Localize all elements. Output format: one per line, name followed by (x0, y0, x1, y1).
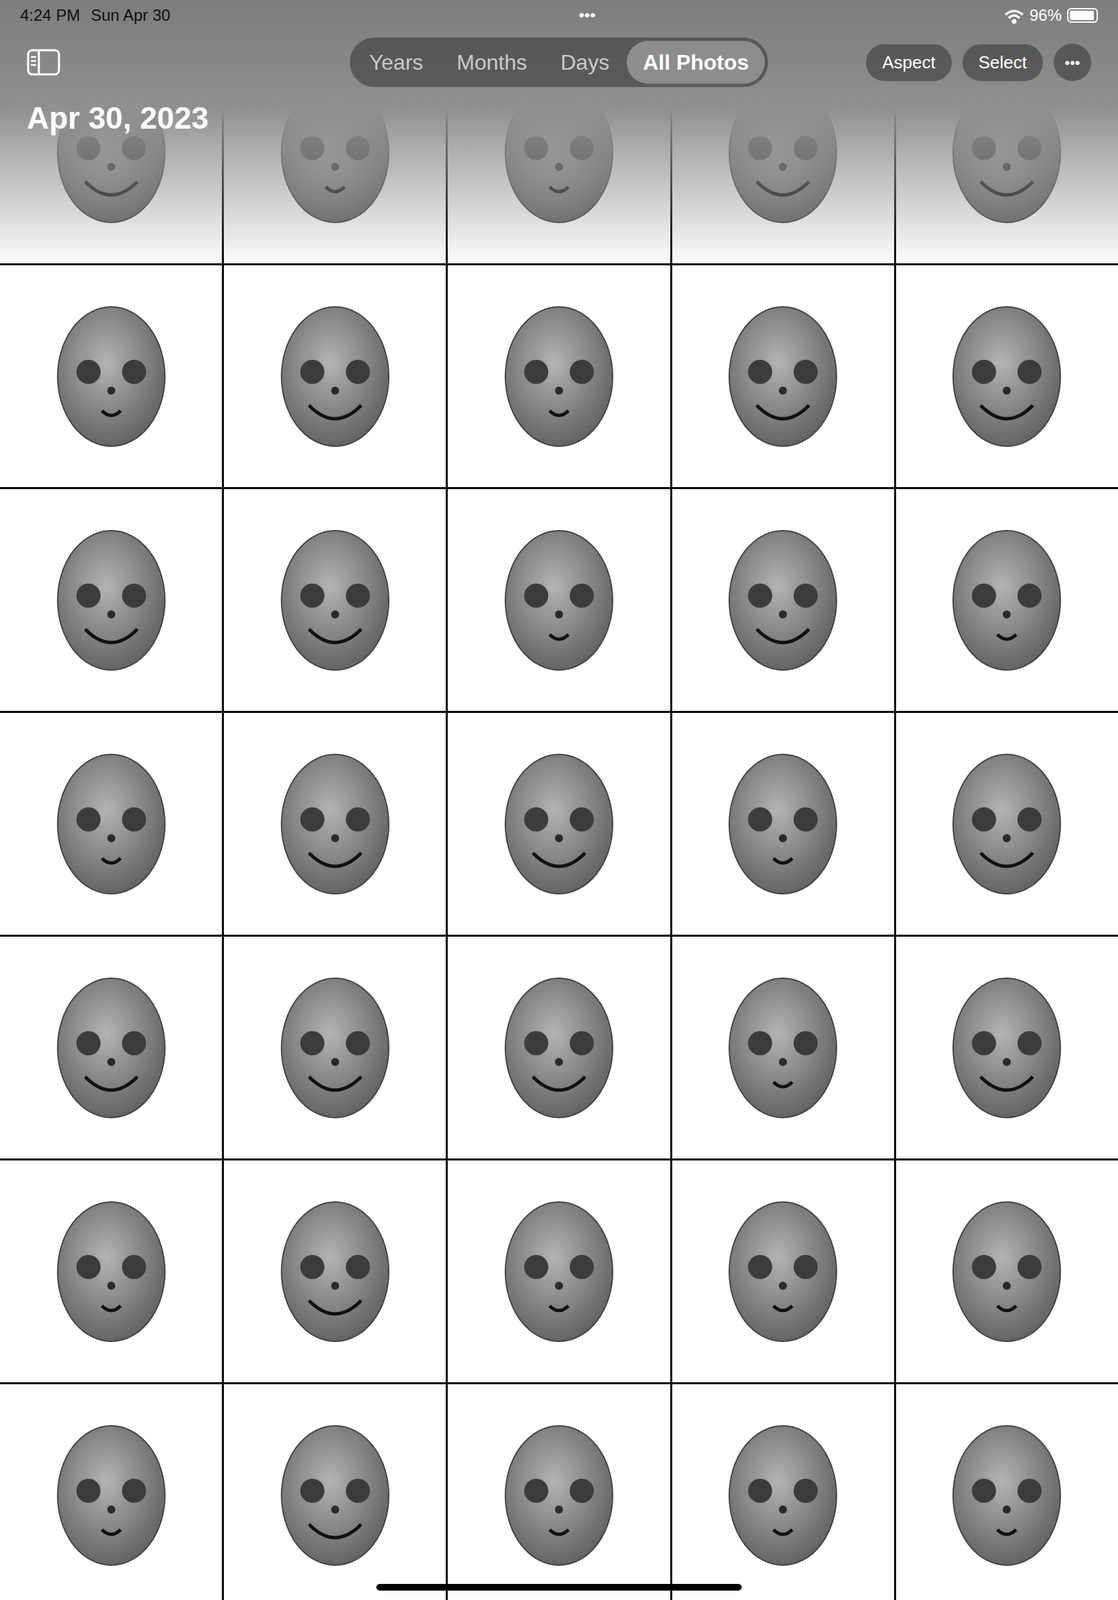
view-tab[interactable]: Months (440, 40, 543, 84)
photo-thumbnail[interactable] (223, 1384, 446, 1600)
photo-thumbnail[interactable] (672, 1384, 895, 1600)
face-drawing (54, 1424, 168, 1568)
photo-thumbnail[interactable] (447, 1384, 670, 1600)
select-button[interactable]: Select (962, 44, 1043, 82)
face-drawing (726, 304, 840, 449)
face-drawing (726, 1200, 840, 1344)
face-drawing (950, 304, 1064, 449)
header: 4:24 PM Sun Apr 30 ••• 96% YearsMonthsDaysAl… (0, 0, 1118, 269)
face-drawing (502, 1200, 616, 1344)
photo-thumbnail[interactable] (672, 937, 895, 1159)
face-drawing (502, 752, 616, 897)
view-tabs: YearsMonthsDaysAll Photos (349, 37, 769, 88)
photo-thumbnail[interactable] (447, 1160, 670, 1383)
status-right: 96% (1004, 3, 1098, 28)
face-drawing (54, 976, 168, 1121)
photo-thumbnail[interactable] (223, 489, 446, 712)
photo-thumbnail[interactable] (896, 265, 1118, 488)
date-title: Apr 30, 2023 (0, 87, 1118, 150)
face-drawing (278, 976, 392, 1121)
photo-thumbnail[interactable] (223, 713, 446, 936)
photo-thumbnail[interactable] (672, 489, 895, 712)
photo-thumbnail[interactable] (896, 1160, 1118, 1383)
face-drawing (502, 976, 616, 1121)
photo-thumbnail[interactable] (447, 265, 670, 488)
multitask-handle[interactable]: ••• (578, 3, 596, 28)
photo-thumbnail[interactable] (0, 937, 222, 1159)
photo-thumbnail[interactable] (896, 713, 1118, 936)
photo-thumbnail[interactable] (447, 713, 670, 936)
toolbar-right: Aspect Select ••• (768, 43, 1092, 82)
photo-thumbnail[interactable] (672, 1160, 895, 1383)
status-bar: 4:24 PM Sun Apr 30 ••• 96% (0, 0, 1118, 31)
face-drawing (278, 1200, 392, 1344)
toolbar: YearsMonthsDaysAll Photos Aspect Select ••• (0, 30, 1118, 88)
face-drawing (54, 528, 168, 673)
face-drawing (726, 1424, 840, 1568)
date: Sun Apr 30 (90, 3, 171, 28)
face-drawing (278, 1424, 392, 1568)
photo-thumbnail[interactable] (0, 1160, 222, 1383)
face-drawing (278, 528, 392, 673)
photo-thumbnail[interactable] (447, 489, 670, 712)
face-drawing (502, 1424, 616, 1568)
photo-thumbnail[interactable] (896, 937, 1118, 1159)
wifi-icon (1004, 3, 1025, 28)
aspect-button[interactable]: Aspect (865, 44, 952, 82)
face-drawing (726, 976, 840, 1121)
view-tab[interactable]: All Photos (626, 40, 765, 84)
photo-thumbnail[interactable] (672, 265, 895, 488)
face-drawing (502, 304, 616, 449)
face-drawing (502, 528, 616, 673)
face-drawing (278, 304, 392, 449)
battery-icon (1067, 8, 1098, 23)
face-drawing (54, 304, 168, 449)
time: 4:24 PM (20, 3, 80, 28)
battery-percent: 96% (1029, 3, 1062, 28)
photo-thumbnail[interactable] (0, 1384, 222, 1600)
photo-thumbnail[interactable] (896, 1384, 1118, 1600)
photo-thumbnail[interactable] (0, 265, 222, 488)
status-left: 4:24 PM Sun Apr 30 (20, 3, 171, 28)
sidebar-icon[interactable] (26, 48, 61, 76)
face-drawing (950, 528, 1064, 673)
photo-thumbnail[interactable] (0, 713, 222, 936)
photo-thumbnail[interactable] (0, 489, 222, 712)
face-drawing (950, 752, 1064, 897)
face-drawing (950, 976, 1064, 1121)
photo-thumbnail[interactable] (447, 937, 670, 1159)
face-drawing (950, 1424, 1064, 1568)
toolbar-left (26, 48, 350, 76)
view-tab[interactable]: Days (544, 40, 626, 84)
photo-thumbnail[interactable] (223, 1160, 446, 1383)
face-drawing (950, 1200, 1064, 1344)
photo-thumbnail[interactable] (223, 937, 446, 1159)
face-drawing (54, 752, 168, 897)
more-button[interactable]: ••• (1053, 43, 1092, 82)
face-drawing (726, 528, 840, 673)
face-drawing (278, 752, 392, 897)
photo-thumbnail[interactable] (223, 265, 446, 488)
photo-thumbnail[interactable] (672, 713, 895, 936)
face-drawing (726, 752, 840, 897)
battery-fill (1069, 10, 1094, 21)
home-indicator[interactable] (376, 1584, 742, 1592)
photo-thumbnail[interactable] (896, 489, 1118, 712)
face-drawing (54, 1200, 168, 1344)
view-tab[interactable]: Years (353, 40, 440, 84)
